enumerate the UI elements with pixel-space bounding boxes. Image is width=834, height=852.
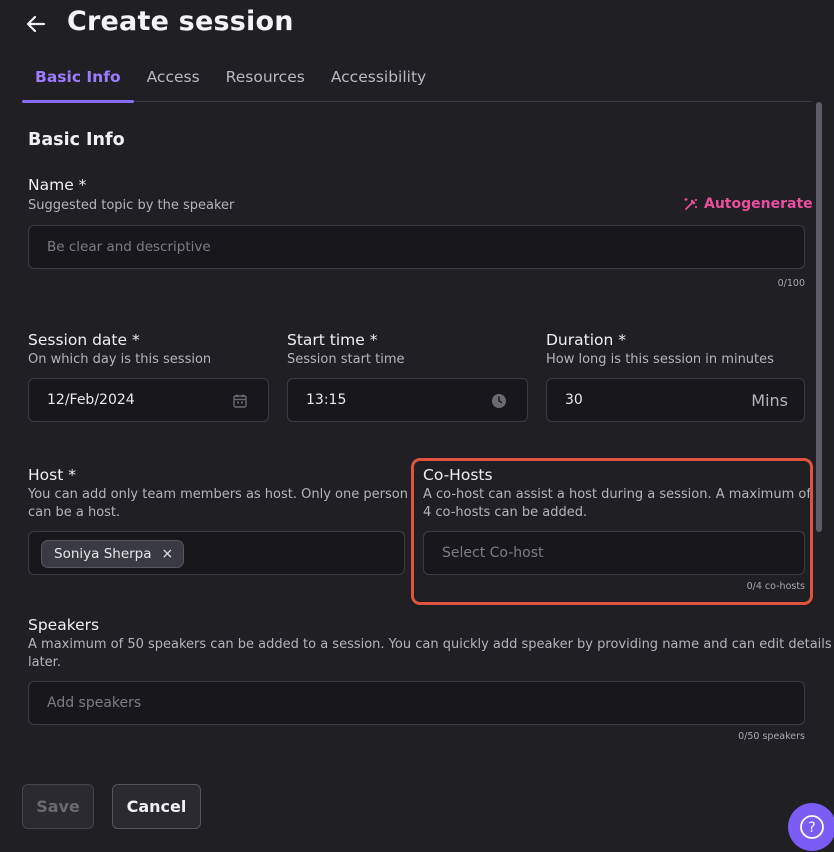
help-button[interactable]: ? [788,803,834,851]
host-label: Host * [28,466,76,484]
host-input[interactable]: Soniya Sherpa × [28,531,405,575]
start-time-sublabel: Session start time [287,352,405,367]
host-chip-label: Soniya Sherpa [54,546,152,562]
help-glyph: ? [808,820,815,836]
section-title: Basic Info [28,130,125,150]
name-input[interactable]: Be clear and descriptive [28,225,805,269]
start-time-input[interactable]: 13:15 [287,378,528,422]
cancel-button[interactable]: Cancel [112,784,201,829]
name-counter: 0/100 [777,278,805,289]
clock-icon[interactable] [491,393,507,409]
duration-label: Duration * [546,331,626,349]
session-date-input[interactable]: 12/Feb/2024 [28,378,269,422]
page-title: Create session [67,6,294,37]
calendar-icon[interactable] [232,393,248,409]
duration-input[interactable]: 30 Mins [546,378,805,422]
tab-accessibility[interactable]: Accessibility [318,62,439,102]
save-button[interactable]: Save [22,784,94,829]
tab-bar: Basic Info Access Resources Accessibilit… [22,62,812,103]
speakers-sublabel-line2: later. [28,655,61,670]
duration-sublabel: How long is this session in minutes [546,352,774,367]
close-icon[interactable]: × [162,546,174,562]
name-placeholder: Be clear and descriptive [47,239,211,255]
scrollbar-thumb[interactable] [816,102,822,532]
start-time-label: Start time * [287,331,378,349]
speakers-label: Speakers [28,616,100,634]
autogenerate-button[interactable]: Autogenerate [683,196,813,212]
name-sublabel: Suggested topic by the speaker [28,198,235,213]
help-icon: ? [800,815,824,839]
tab-access[interactable]: Access [134,62,213,102]
session-date-value: 12/Feb/2024 [47,392,135,408]
speakers-sublabel-line1: A maximum of 50 speakers can be added to… [28,637,832,652]
duration-suffix: Mins [751,391,788,410]
page-header: Create session [0,0,834,50]
back-button[interactable] [22,10,50,38]
speakers-counter: 0/50 speakers [738,731,805,742]
tab-basic-info[interactable]: Basic Info [22,62,134,103]
arrow-left-icon [26,15,46,33]
cohosts-highlight-box [411,458,813,605]
create-session-page: Create session Basic Info Access Resourc… [0,0,834,852]
session-date-sublabel: On which day is this session [28,352,212,367]
session-date-label: Session date * [28,331,140,349]
duration-value: 30 [565,392,583,408]
start-time-value: 13:15 [306,392,347,408]
speakers-input[interactable]: Add speakers [28,681,805,725]
autogenerate-label: Autogenerate [704,196,813,212]
host-sublabel-line2: can be a host. [28,505,121,520]
speakers-placeholder: Add speakers [47,695,142,711]
tab-resources[interactable]: Resources [213,62,318,102]
name-label: Name * [28,176,87,194]
host-sublabel-line1: You can add only team members as host. O… [28,487,408,502]
host-chip: Soniya Sherpa × [41,540,185,568]
magic-wand-icon [683,196,699,212]
